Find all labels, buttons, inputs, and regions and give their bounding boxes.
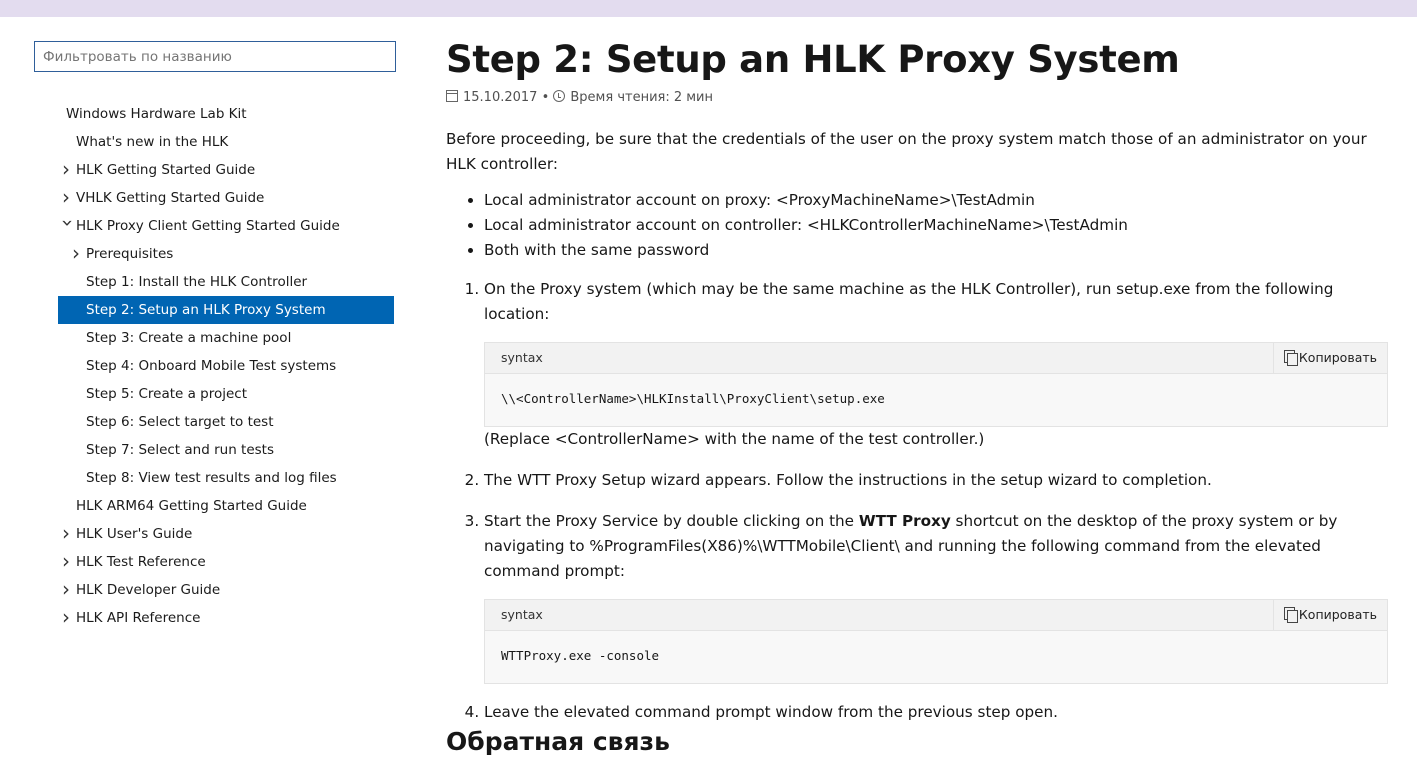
toc-item[interactable]: HLK ARM64 Getting Started Guide xyxy=(58,492,394,520)
toc-item-label: Windows Hardware Lab Kit xyxy=(66,106,247,122)
chevron-right-icon[interactable] xyxy=(60,548,72,578)
chevron-right-icon[interactable] xyxy=(60,520,72,550)
toc-item-label: HLK Proxy Client Getting Started Guide xyxy=(76,218,340,234)
toc-item-label: What's new in the HLK xyxy=(76,134,229,150)
top-banner-strip xyxy=(0,0,1417,17)
article-meta: 15.10.2017 • Время чтения: 2 мин xyxy=(446,88,1386,108)
chevron-right-icon[interactable] xyxy=(60,576,72,606)
toc-item-label: HLK ARM64 Getting Started Guide xyxy=(76,498,307,514)
toc-item[interactable]: Prerequisites xyxy=(58,240,394,268)
code-content: WTTProxy.exe -console xyxy=(485,631,1387,683)
article-date: 15.10.2017 xyxy=(463,90,538,105)
toc-item[interactable]: Step 7: Select and run tests xyxy=(58,436,394,464)
toc-item-label: Step 4: Onboard Mobile Test systems xyxy=(86,358,337,374)
chevron-down-icon[interactable] xyxy=(60,212,72,240)
toc-item-label: HLK API Reference xyxy=(76,610,201,626)
calendar-icon xyxy=(446,90,458,102)
toc-item-label: HLK Getting Started Guide xyxy=(76,162,256,178)
toc-item[interactable]: HLK User's Guide xyxy=(58,520,394,548)
step-text: Start the Proxy Service by double clicki… xyxy=(484,509,1386,584)
credentials-list: Local administrator account on proxy: <P… xyxy=(446,188,1386,263)
page-title: Step 2: Setup an HLK Proxy System xyxy=(446,38,1180,81)
code-content: \\<ControllerName>\HLKInstall\ProxyClien… xyxy=(485,374,1387,426)
toc-item[interactable]: Step 1: Install the HLK Controller xyxy=(58,268,394,296)
toc-item-label: HLK Test Reference xyxy=(76,554,206,570)
chevron-right-icon[interactable] xyxy=(70,240,82,270)
step-item: Start the Proxy Service by double clicki… xyxy=(484,509,1388,684)
list-item: Local administrator account on controlle… xyxy=(484,213,1386,238)
toc-item[interactable]: Step 8: View test results and log files xyxy=(58,464,394,492)
toc-item-label: Step 6: Select target to test xyxy=(86,414,274,430)
toc-item[interactable]: Step 6: Select target to test xyxy=(58,408,394,436)
toc-item-label: Step 1: Install the HLK Controller xyxy=(86,274,308,290)
toc-item[interactable]: Step 4: Onboard Mobile Test systems xyxy=(58,352,394,380)
toc-item[interactable]: Step 5: Create a project xyxy=(58,380,394,408)
article: Step 2: Setup an HLK Proxy System 15.10.… xyxy=(446,34,1388,741)
clock-icon xyxy=(553,90,566,102)
toc-item[interactable]: VHLK Getting Started Guide xyxy=(58,184,394,212)
toc-item[interactable]: HLK Proxy Client Getting Started Guide xyxy=(58,212,394,240)
code-header: syntax Копировать xyxy=(485,600,1387,631)
copy-label: Копировать xyxy=(1298,607,1377,622)
steps-list: On the Proxy system (which may be the sa… xyxy=(446,277,1388,725)
toc-item-label: Step 3: Create a machine pool xyxy=(86,330,292,346)
code-header: syntax Копировать xyxy=(485,343,1387,374)
copy-button[interactable]: Копировать xyxy=(1272,600,1387,630)
toc-item-label: HLK User's Guide xyxy=(76,526,193,542)
copy-label: Копировать xyxy=(1298,350,1377,365)
step-item: The WTT Proxy Setup wizard appears. Foll… xyxy=(484,468,1386,493)
code-language-label: syntax xyxy=(501,607,543,622)
step-text: The WTT Proxy Setup wizard appears. Foll… xyxy=(484,471,1212,489)
feedback-heading: Обратная связь xyxy=(446,727,670,756)
table-of-contents: Windows Hardware Lab Kit What's new in th… xyxy=(58,100,394,632)
toc-item[interactable]: Step 3: Create a machine pool xyxy=(58,324,394,352)
step-text: On the Proxy system (which may be the sa… xyxy=(484,280,1334,323)
toc-item-label: VHLK Getting Started Guide xyxy=(76,190,265,206)
toc-item[interactable]: Windows Hardware Lab Kit xyxy=(58,100,394,128)
toc-item-label: Step 2: Setup an HLK Proxy System xyxy=(86,302,326,318)
toc-item-label: HLK Developer Guide xyxy=(76,582,221,598)
toc-item-label: Step 5: Create a project xyxy=(86,386,248,402)
toc-item[interactable]: HLK Getting Started Guide xyxy=(58,156,394,184)
toc-item[interactable]: What's new in the HLK xyxy=(58,128,394,156)
chevron-right-icon[interactable] xyxy=(60,156,72,186)
reading-time: Время чтения: 2 мин xyxy=(570,90,714,105)
toc-item-label: Step 7: Select and run tests xyxy=(86,442,274,458)
copy-button[interactable]: Копировать xyxy=(1272,343,1387,373)
list-item: Local administrator account on proxy: <P… xyxy=(484,188,1386,213)
intro-paragraph: Before proceeding, be sure that the cred… xyxy=(446,130,1367,173)
toc-item[interactable]: Step 2: Setup an HLK Proxy System xyxy=(58,296,394,324)
code-block: syntax Копировать WTTProxy.exe -console xyxy=(484,599,1388,684)
chevron-right-icon[interactable] xyxy=(60,604,72,634)
code-language-label: syntax xyxy=(501,350,543,365)
step-text-part: Start the Proxy Service by double clicki… xyxy=(484,512,859,530)
step-item: On the Proxy system (which may be the sa… xyxy=(484,277,1388,452)
copy-icon xyxy=(1283,350,1298,366)
copy-icon xyxy=(1283,607,1298,623)
toc-item[interactable]: HLK Developer Guide xyxy=(58,576,394,604)
toc-item[interactable]: HLK API Reference xyxy=(58,604,394,632)
toc-item[interactable]: HLK Test Reference xyxy=(58,548,394,576)
code-block: syntax Копировать \\<ControllerName>\HLK… xyxy=(484,342,1388,427)
list-item: Both with the same password xyxy=(484,238,1386,263)
chevron-right-icon[interactable] xyxy=(60,184,72,214)
wtt-proxy-bold: WTT Proxy xyxy=(858,512,951,530)
toc-item-label: Step 8: View test results and log files xyxy=(86,470,337,486)
meta-separator: • xyxy=(541,90,550,105)
toc-filter-input[interactable] xyxy=(34,41,396,72)
step-note: (Replace <ControllerName> with the name … xyxy=(484,430,985,448)
